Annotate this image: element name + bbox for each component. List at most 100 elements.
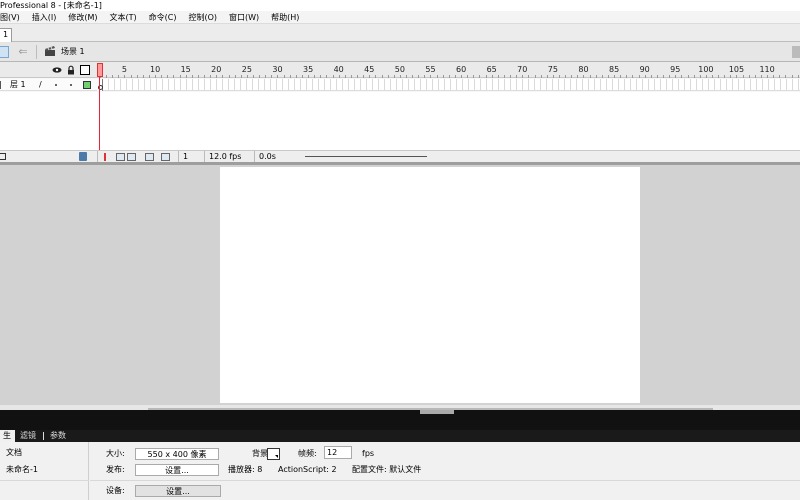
tab-filters[interactable]: 滤镜 xyxy=(17,430,39,442)
frame-tick-mark xyxy=(479,75,481,78)
frame-tick-mark xyxy=(632,75,634,78)
menu-commands[interactable]: 命令(C) xyxy=(143,11,183,24)
frame-tick-mark xyxy=(344,75,346,78)
back-arrow-icon[interactable]: ⇐ xyxy=(16,45,30,59)
frame-tick-mark xyxy=(748,75,750,78)
playhead-handle[interactable] xyxy=(97,63,103,77)
frame-tick-mark xyxy=(638,75,640,78)
menu-insert[interactable]: 插入(I) xyxy=(26,11,63,24)
menu-window[interactable]: 窗口(W) xyxy=(223,11,265,24)
eye-icon[interactable] xyxy=(52,65,62,75)
layer-lock-toggle[interactable] xyxy=(70,84,72,86)
layer-row[interactable]: 层 1 / xyxy=(0,79,97,91)
frame-tick-label: 20 xyxy=(211,65,222,74)
frame-tick-mark xyxy=(259,75,261,78)
frame-tick-mark xyxy=(136,75,138,78)
frame-tick-label: 60 xyxy=(455,65,467,74)
frame-tick-mark xyxy=(565,75,567,78)
frame-tick-mark xyxy=(271,75,273,78)
frame-tick-mark xyxy=(791,75,793,78)
layer-list-empty-area xyxy=(0,92,97,150)
frame-tick-mark xyxy=(320,75,322,78)
frame-tick-mark xyxy=(718,75,720,78)
menu-view[interactable]: 图(V) xyxy=(0,11,26,24)
timeline-scrollbar[interactable] xyxy=(305,156,427,157)
add-layer-icon[interactable] xyxy=(0,153,6,160)
frame-tick-label: 110 xyxy=(759,65,775,74)
frame-tick-mark xyxy=(418,75,420,78)
timeline-panel: 5 10 15 20 25 30 35 40 45 50 55 60 65 70 75 80 85 90 95 100… xyxy=(0,62,800,163)
menu-help[interactable]: 帮助(H) xyxy=(265,11,305,24)
frame-tick-label: 95 xyxy=(670,65,681,74)
lock-icon[interactable] xyxy=(66,65,76,75)
frame-tick-mark xyxy=(559,75,560,78)
center-frame-icon[interactable] xyxy=(101,153,110,161)
splitter-grip[interactable] xyxy=(420,410,454,414)
frame-tick-mark xyxy=(283,75,285,78)
actionscript-version-label: ActionScript: 2 xyxy=(278,465,337,474)
frame-tick-label: 5 xyxy=(121,65,128,74)
menu-modify[interactable]: 修改(M) xyxy=(62,11,103,24)
frame-tick-mark xyxy=(461,75,463,78)
document-name-label: 未命名-1 xyxy=(6,465,38,474)
stage-canvas[interactable] xyxy=(220,167,640,403)
onion-skin-outline-icon[interactable] xyxy=(127,153,136,161)
trash-icon[interactable] xyxy=(79,152,87,161)
scene-label[interactable]: 场景 1 xyxy=(61,45,85,59)
frame-tick-mark xyxy=(436,75,438,78)
onion-skin-icon[interactable] xyxy=(116,153,125,161)
frame-ruler[interactable]: 5 10 15 20 25 30 35 40 45 50 55 60 65 70 75 80 85 90 95 100… xyxy=(97,62,800,78)
background-color-swatch[interactable] xyxy=(267,448,280,460)
frame-tick-mark xyxy=(767,75,769,78)
frame-tick-mark xyxy=(216,75,218,78)
menu-text[interactable]: 文本(T) xyxy=(103,11,142,24)
frame-tick-mark xyxy=(681,75,683,78)
frame-tick-mark xyxy=(240,75,242,78)
frame-tick-mark xyxy=(375,75,377,78)
publish-label: 发布: xyxy=(106,465,125,474)
divider xyxy=(90,480,800,481)
outline-icon[interactable] xyxy=(80,65,90,75)
frame-tick-mark xyxy=(736,75,738,78)
frame-tick-mark xyxy=(687,75,689,78)
frame-tick-label: 45 xyxy=(364,65,375,74)
frame-tick-mark xyxy=(412,75,414,78)
frame-tick-mark xyxy=(124,75,126,78)
timeline-header: 5 10 15 20 25 30 35 40 45 50 55 60 65 70 75 80 85 90 95 100… xyxy=(0,62,800,78)
edit-multiple-frames-icon[interactable] xyxy=(145,153,154,161)
frame-tick-mark xyxy=(595,75,597,78)
frame-tick-mark xyxy=(277,75,279,78)
tab-properties[interactable]: 生 xyxy=(0,430,15,442)
playhead[interactable] xyxy=(97,62,103,150)
frame-tick-mark xyxy=(265,75,267,78)
device-settings-button[interactable]: 设置... xyxy=(135,485,221,497)
frame-tick-mark xyxy=(442,75,444,78)
frame-tick-mark xyxy=(675,75,677,78)
modify-onion-markers-icon[interactable] xyxy=(161,153,170,161)
layer-name[interactable]: 层 1 xyxy=(10,79,26,91)
frame-rate-input[interactable]: 12 xyxy=(324,446,352,459)
layer-visibility-toggle[interactable] xyxy=(55,84,57,86)
layer-outline-color[interactable] xyxy=(83,81,91,89)
frame-tick-mark xyxy=(191,75,193,78)
frame-tick-mark xyxy=(650,75,652,78)
publish-settings-button[interactable]: 设置... xyxy=(135,464,219,476)
frame-tick-mark xyxy=(179,75,181,78)
frame-cells[interactable] xyxy=(97,79,800,91)
tab-parameters[interactable]: 参数 xyxy=(47,430,69,442)
frame-tick-mark xyxy=(185,75,187,78)
document-tab[interactable]: 1 xyxy=(0,28,12,42)
frame-tick-mark xyxy=(381,75,383,78)
frame-tick-mark xyxy=(601,75,603,78)
frame-tick-mark xyxy=(724,75,726,78)
frame-tick-mark xyxy=(118,75,120,78)
frame-tick-mark xyxy=(785,75,787,78)
edit-scene-icon[interactable] xyxy=(792,46,800,58)
panel-splitter[interactable] xyxy=(0,410,800,430)
frame-tick-mark xyxy=(369,75,371,78)
document-size-button[interactable]: 550 x 400 像素 xyxy=(135,448,219,460)
frame-tick-mark xyxy=(712,75,713,78)
timeline-toggle-button[interactable] xyxy=(0,46,9,58)
frame-tick-mark xyxy=(503,75,505,78)
menu-control[interactable]: 控制(O) xyxy=(182,11,223,24)
